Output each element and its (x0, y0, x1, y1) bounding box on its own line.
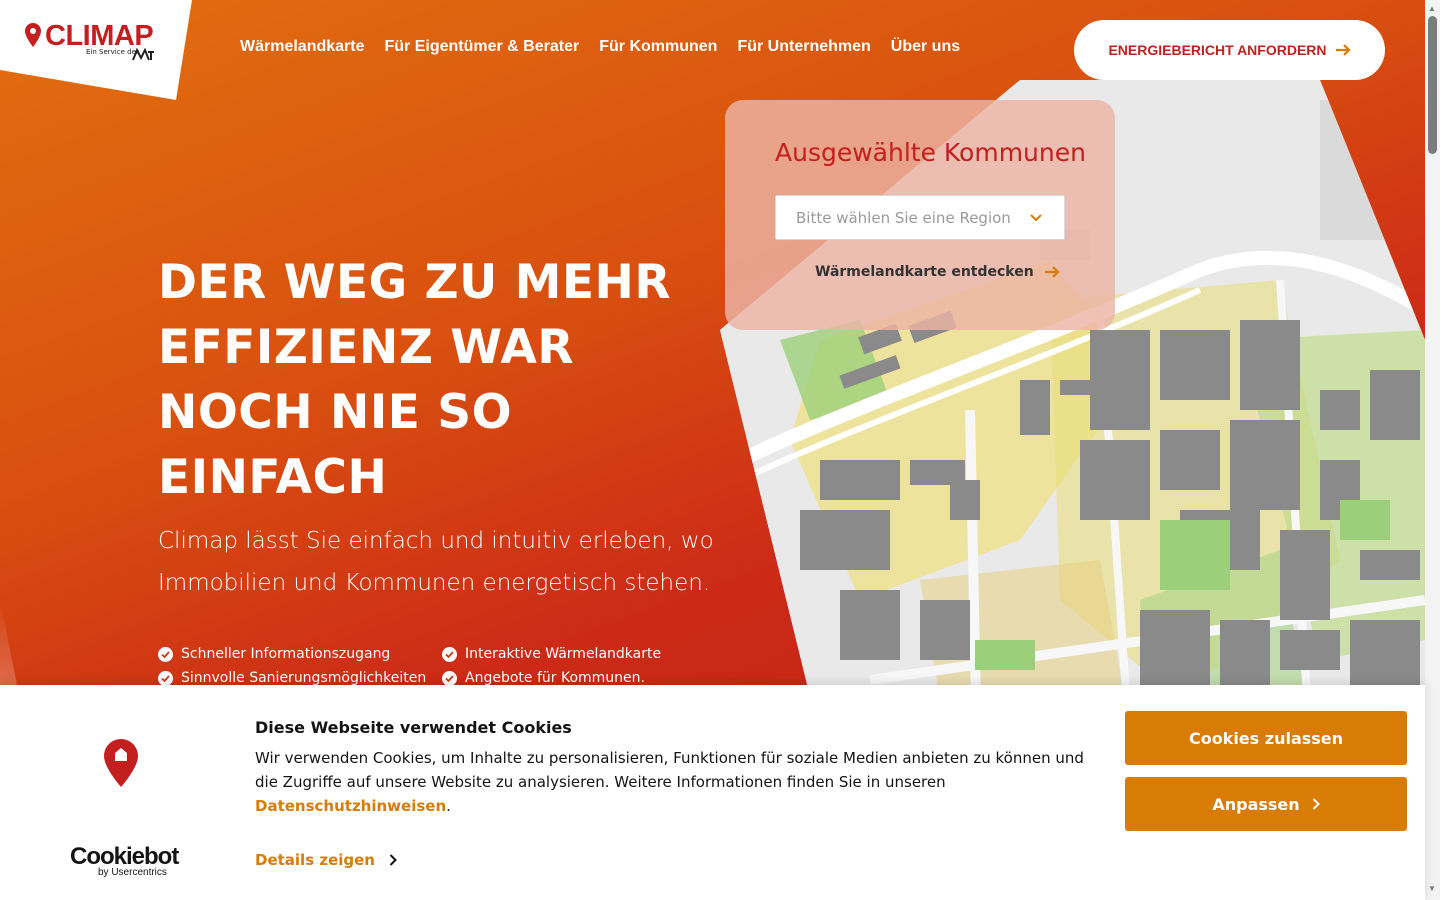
show-details-label: Details zeigen (255, 851, 375, 869)
discover-heatmap-link[interactable]: Wärmelandkarte entdecken (815, 264, 1060, 280)
scrollbar-thumb[interactable] (1428, 16, 1437, 154)
headline-line: DER WEG ZU MEHR (158, 255, 672, 310)
chevron-right-icon (389, 854, 397, 866)
logo-subtitle: Ein Service der (86, 48, 139, 56)
map-pin-icon (25, 23, 41, 47)
check-circle-icon (442, 646, 457, 662)
arrow-right-icon (1044, 266, 1060, 278)
chevron-right-icon (1312, 798, 1320, 810)
check-circle-icon (442, 670, 457, 686)
show-details-link[interactable]: Details zeigen (255, 851, 397, 869)
region-selector-title: Ausgewählte Kommunen (775, 138, 1086, 167)
logo-card[interactable]: CLIMAP Ein Service der (0, 0, 192, 100)
feature-item: Schneller Informationszugang (158, 646, 442, 662)
main-nav: Wärmelandkarte Für Eigentümer & Berater … (240, 38, 960, 56)
privacy-link[interactable]: Datenschutzhinweisen (255, 797, 446, 815)
page-scrollbar[interactable]: ▲ ▼ (1425, 0, 1440, 900)
hero-subtitle: Climap lässt Sie einfach und intuitiv er… (158, 528, 714, 596)
nav-item-unternehmen[interactable]: Für Unternehmen (737, 38, 870, 56)
cta-label: ENERGIEBERICHT ANFORDERN (1108, 42, 1327, 58)
feature-label: Schneller Informationszugang (181, 646, 391, 662)
cookie-title: Diese Webseite verwendet Cookies (255, 718, 572, 737)
request-energy-report-button[interactable]: ENERGIEBERICHT ANFORDERN (1074, 20, 1385, 80)
check-circle-icon (158, 670, 173, 686)
hero-headline: DER WEG ZU MEHR EFFIZIENZ WAR NOCH NIE S… (158, 250, 718, 510)
customize-cookies-button[interactable]: Anpassen (1125, 777, 1407, 831)
feature-list: Schneller Informationszugang Interaktive… (158, 646, 702, 686)
nav-item-kommunen[interactable]: Für Kommunen (599, 38, 717, 56)
feature-label: Interaktive Wärmelandkarte (465, 646, 662, 662)
feature-item: Interaktive Wärmelandkarte (442, 646, 702, 662)
scroll-down-icon[interactable]: ▼ (1428, 884, 1436, 893)
allow-cookies-button[interactable]: Cookies zulassen (1125, 711, 1407, 765)
customize-cookies-label: Anpassen (1212, 794, 1300, 814)
check-circle-icon (158, 646, 173, 662)
cookiebot-logo: Cookiebot by Usercentrics (70, 843, 179, 878)
region-select-placeholder: Bitte wählen Sie eine Region (796, 208, 1011, 227)
feature-item: Sinnvolle Sanierungsmöglichkeiten (158, 670, 442, 686)
cookie-banner: Cookiebot by Usercentrics Diese Webseite… (0, 685, 1425, 900)
feature-label: Angebote für Kommunen. (465, 670, 645, 686)
map-pin-icon (104, 739, 138, 787)
feature-label: Sinnvolle Sanierungsmöglichkeiten (181, 670, 427, 686)
arrow-right-icon (1335, 44, 1351, 56)
nav-item-waermelandkarte[interactable]: Wärmelandkarte (240, 38, 365, 56)
feature-item: Angebote für Kommunen. (442, 670, 702, 686)
region-selector-card: Ausgewählte Kommunen Bitte wählen Sie ei… (725, 100, 1115, 330)
headline-line: NOCH NIE SO (158, 385, 513, 440)
cookie-description: Wir verwenden Cookies, um Inhalte zu per… (255, 749, 1084, 815)
headline-line: EFFIZIENZ WAR (158, 320, 575, 375)
cookiebot-brand-sub: by Usercentrics (98, 867, 167, 878)
cookie-description-text: Wir verwenden Cookies, um Inhalte zu per… (255, 749, 1084, 791)
partner-logo-icon (132, 48, 154, 61)
scroll-up-icon[interactable]: ▲ (1428, 4, 1436, 13)
chevron-down-icon (1030, 214, 1042, 222)
region-select[interactable]: Bitte wählen Sie eine Region (775, 195, 1065, 240)
nav-item-ueber-uns[interactable]: Über uns (891, 38, 960, 56)
allow-cookies-label: Cookies zulassen (1188, 728, 1344, 748)
discover-heatmap-label: Wärmelandkarte entdecken (815, 264, 1034, 280)
headline-line: EINFACH (158, 450, 388, 505)
nav-item-eigentuemer[interactable]: Für Eigentümer & Berater (385, 38, 580, 56)
